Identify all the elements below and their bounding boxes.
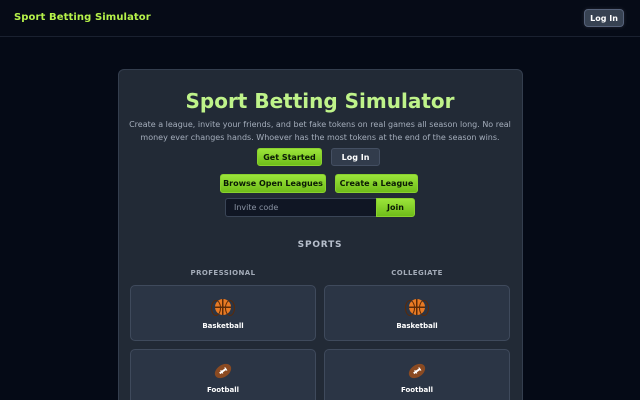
brand-logo-text[interactable]: Sport Betting Simulator <box>14 12 151 23</box>
basketball-icon <box>211 299 235 316</box>
header-login-button[interactable]: Log In <box>584 9 624 27</box>
sport-tile-collegiate-football[interactable]: Football <box>324 349 510 400</box>
browse-open-leagues-button[interactable]: Browse Open Leagues <box>220 174 326 193</box>
professional-column-heading: PROFESSIONAL <box>190 269 256 277</box>
sport-tile-label: Basketball <box>202 322 244 330</box>
football-icon <box>406 360 428 382</box>
sport-tile-professional-football[interactable]: Football <box>130 349 316 400</box>
sport-tile-collegiate-basketball[interactable]: Basketball <box>324 285 510 341</box>
invite-code-input[interactable] <box>225 198 376 217</box>
top-nav-bar: Sport Betting Simulator Log In <box>0 0 640 37</box>
page-title: Sport Betting Simulator <box>185 89 455 113</box>
get-started-button[interactable]: Get Started <box>257 148 322 166</box>
join-button[interactable]: Join <box>376 198 415 217</box>
sport-tile-label: Basketball <box>396 322 438 330</box>
hero-login-button[interactable]: Log In <box>331 148 380 166</box>
sport-tile-label: Football <box>207 386 239 394</box>
basketball-icon <box>405 299 429 316</box>
create-league-button[interactable]: Create a League <box>335 174 418 193</box>
football-icon <box>212 360 234 382</box>
sport-tile-label: Football <box>401 386 433 394</box>
collegiate-column-heading: COLLEGIATE <box>391 269 443 277</box>
sport-tile-professional-basketball[interactable]: Basketball <box>130 285 316 341</box>
sports-section-heading: SPORTS <box>297 240 343 250</box>
page-subtitle: Create a league, invite your friends, an… <box>129 120 511 142</box>
